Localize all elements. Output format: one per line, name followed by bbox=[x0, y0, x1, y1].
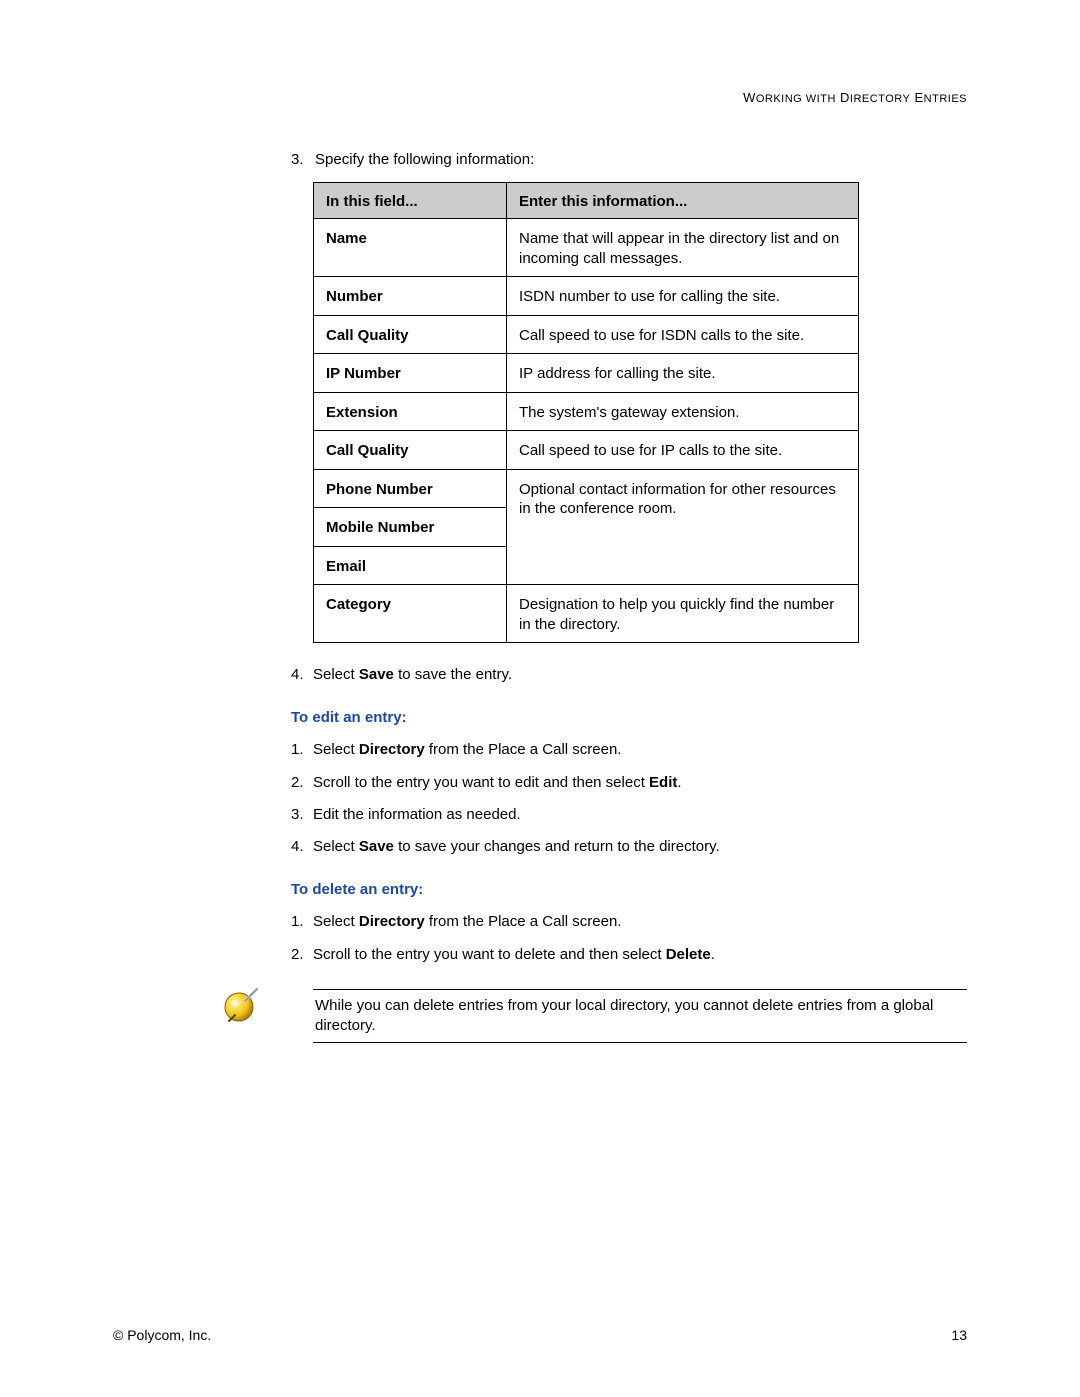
step-4-bold: Save bbox=[359, 666, 394, 683]
cell-field: Call Quality bbox=[314, 315, 507, 354]
step-4-list: 4.Select Save to save the entry. bbox=[291, 665, 967, 685]
cell-info: Designation to help you quickly find the… bbox=[507, 585, 859, 643]
content-area: 3.Specify the following information: In … bbox=[291, 151, 967, 1043]
section-title-text: WORKING WITH DIRECTORY ENTRIES bbox=[743, 90, 967, 105]
step-3-text: Specify the following information: bbox=[315, 151, 534, 168]
note-text: While you can delete entries from your l… bbox=[313, 989, 967, 1044]
note-block: While you can delete entries from your l… bbox=[291, 989, 967, 1044]
cell-field: Extension bbox=[314, 392, 507, 431]
step-3-line: 3.Specify the following information: bbox=[291, 151, 967, 168]
cell-info: The system's gateway extension. bbox=[507, 392, 859, 431]
delete-heading: To delete an entry: bbox=[291, 881, 967, 898]
cell-field: Email bbox=[314, 546, 507, 585]
th-field: In this field... bbox=[314, 183, 507, 219]
cell-info: IP address for calling the site. bbox=[507, 354, 859, 393]
cell-info: ISDN number to use for calling the site. bbox=[507, 277, 859, 316]
delete-list: 1.Select Directory from the Place a Call… bbox=[291, 912, 967, 965]
cell-field: IP Number bbox=[314, 354, 507, 393]
list-item: 4.Select Save to save your changes and r… bbox=[291, 837, 967, 857]
table-header-row: In this field... Enter this information.… bbox=[314, 183, 859, 219]
table-row: Name Name that will appear in the direct… bbox=[314, 219, 859, 277]
cell-info: Optional contact information for other r… bbox=[507, 469, 859, 585]
step-3-number: 3. bbox=[291, 151, 315, 168]
step-4-item: 4.Select Save to save the entry. bbox=[291, 665, 967, 685]
list-item: 2.Scroll to the entry you want to delete… bbox=[291, 945, 967, 965]
footer-page-number: 13 bbox=[951, 1327, 967, 1343]
table-row: Category Designation to help you quickly… bbox=[314, 585, 859, 643]
table-row: Call Quality Call speed to use for ISDN … bbox=[314, 315, 859, 354]
cell-field: Category bbox=[314, 585, 507, 643]
cell-info: Name that will appear in the directory l… bbox=[507, 219, 859, 277]
step-4-post: to save the entry. bbox=[394, 666, 512, 683]
cell-field: Mobile Number bbox=[314, 508, 507, 547]
page: WORKING WITH DIRECTORY ENTRIES 3.Specify… bbox=[0, 0, 1080, 1397]
edit-list: 1.Select Directory from the Place a Call… bbox=[291, 740, 967, 857]
pushpin-icon bbox=[221, 985, 261, 1025]
list-item: 3.Edit the information as needed. bbox=[291, 805, 967, 825]
step-4-pre: Select bbox=[313, 666, 359, 683]
list-item: 1.Select Directory from the Place a Call… bbox=[291, 912, 967, 932]
field-info-table: In this field... Enter this information.… bbox=[313, 182, 859, 643]
section-header: WORKING WITH DIRECTORY ENTRIES bbox=[113, 90, 967, 105]
cell-field: Call Quality bbox=[314, 431, 507, 470]
table-row: Extension The system's gateway extension… bbox=[314, 392, 859, 431]
list-item: 1.Select Directory from the Place a Call… bbox=[291, 740, 967, 760]
th-info: Enter this information... bbox=[507, 183, 859, 219]
cell-field: Number bbox=[314, 277, 507, 316]
cell-info: Call speed to use for ISDN calls to the … bbox=[507, 315, 859, 354]
table-row: Call Quality Call speed to use for IP ca… bbox=[314, 431, 859, 470]
footer-copyright: © Polycom, Inc. bbox=[113, 1327, 211, 1343]
cell-field: Name bbox=[314, 219, 507, 277]
cell-info: Call speed to use for IP calls to the si… bbox=[507, 431, 859, 470]
edit-heading: To edit an entry: bbox=[291, 709, 967, 726]
table-row: Phone Number Optional contact informatio… bbox=[314, 469, 859, 508]
step-4-number: 4. bbox=[291, 665, 313, 685]
list-item: 2.Scroll to the entry you want to edit a… bbox=[291, 773, 967, 793]
cell-field: Phone Number bbox=[314, 469, 507, 508]
table-row: IP Number IP address for calling the sit… bbox=[314, 354, 859, 393]
page-footer: © Polycom, Inc. 13 bbox=[113, 1327, 967, 1343]
table-row: Number ISDN number to use for calling th… bbox=[314, 277, 859, 316]
